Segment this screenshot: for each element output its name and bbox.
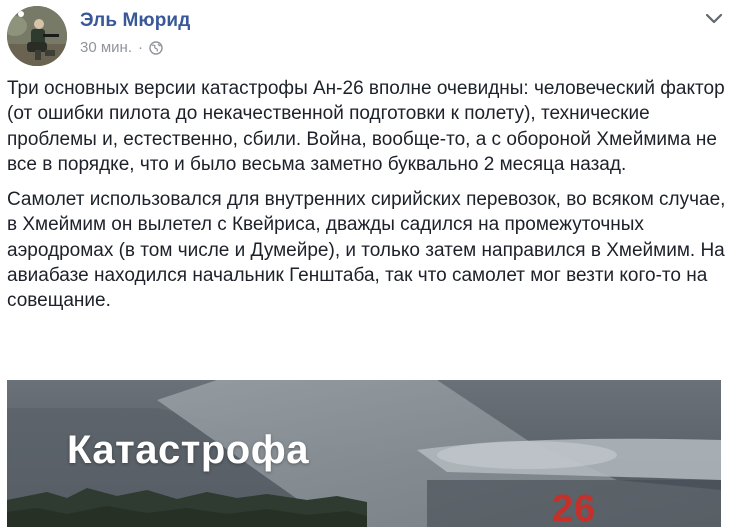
author-name-link[interactable]: Эль Мюрид	[80, 10, 190, 32]
post-header: Эль Мюрид 30 мин. ·	[0, 0, 734, 72]
aircraft-tail-number: 26	[552, 488, 597, 527]
post-body: Три основных версии катастрофы Ан-26 впо…	[7, 76, 727, 324]
post-timestamp[interactable]: 30 мин.	[80, 39, 132, 56]
post-paragraph: Самолет использовался для внутренних сир…	[7, 189, 726, 312]
chevron-down-icon[interactable]	[704, 12, 724, 26]
avatar[interactable]	[7, 6, 67, 66]
globe-icon[interactable]	[149, 40, 163, 55]
post-paragraph: Три основных версии катастрофы Ан-26 впо…	[7, 78, 725, 175]
meta-separator: ·	[138, 39, 143, 56]
avatar-photo	[7, 6, 67, 66]
post-image[interactable]: Катастрофа 26	[7, 380, 721, 527]
image-overlay-title: Катастрофа	[67, 428, 309, 472]
post-meta: 30 мин. ·	[80, 39, 163, 56]
